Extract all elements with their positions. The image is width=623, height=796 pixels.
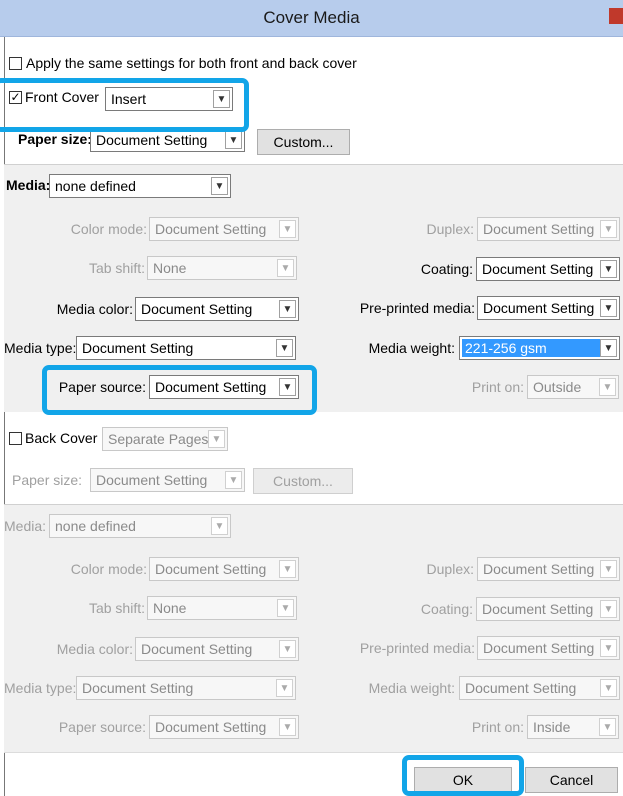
- chevron-down-icon[interactable]: ▼: [276, 679, 293, 697]
- front-paper-source-select[interactable]: Document Setting ▼: [149, 375, 299, 399]
- back-coating-label: Coating:: [420, 601, 473, 617]
- back-media-select[interactable]: none defined ▼: [49, 514, 231, 538]
- front-color-mode-select[interactable]: Document Setting ▼: [149, 217, 299, 241]
- chevron-down-icon[interactable]: ▼: [600, 299, 617, 317]
- front-media-type-label: Media type:: [4, 340, 77, 356]
- back-media-color-select[interactable]: Document Setting ▼: [135, 637, 299, 661]
- chevron-down-icon[interactable]: ▼: [599, 718, 616, 736]
- chevron-down-icon[interactable]: ▼: [600, 560, 617, 578]
- front-paper-size-label: Paper size:: [18, 131, 92, 147]
- chevron-down-icon[interactable]: ▼: [600, 600, 617, 618]
- chevron-down-icon[interactable]: ▼: [600, 639, 617, 657]
- front-tab-shift-select[interactable]: None ▼: [147, 256, 297, 280]
- back-coating-select[interactable]: Document Setting ▼: [476, 597, 620, 621]
- chevron-down-icon[interactable]: ▼: [208, 430, 225, 448]
- front-custom-button[interactable]: Custom...: [257, 129, 350, 155]
- front-duplex-label: Duplex:: [426, 221, 474, 237]
- front-media-color-select[interactable]: Document Setting ▼: [135, 297, 299, 321]
- front-preprinted-label: Pre-printed media:: [359, 300, 475, 316]
- back-print-on-select[interactable]: Inside ▼: [527, 715, 619, 739]
- back-paper-size-select[interactable]: Document Setting ▼: [90, 468, 245, 492]
- front-media-label: Media:: [6, 177, 51, 193]
- back-media-weight-label: Media weight:: [368, 680, 455, 696]
- back-color-mode-select[interactable]: Document Setting ▼: [149, 557, 299, 581]
- back-media-type-label: Media type:: [4, 680, 77, 696]
- front-preprinted-select[interactable]: Document Setting ▼: [477, 296, 620, 320]
- chevron-down-icon[interactable]: ▼: [279, 378, 296, 396]
- chevron-down-icon[interactable]: ▼: [599, 378, 616, 396]
- back-media-color-label: Media color:: [56, 641, 133, 657]
- back-custom-button[interactable]: Custom...: [253, 468, 353, 494]
- chevron-down-icon[interactable]: ▼: [600, 679, 617, 697]
- back-duplex-label: Duplex:: [426, 561, 474, 577]
- back-paper-source-select[interactable]: Document Setting ▼: [149, 715, 299, 739]
- front-cover-label: Front Cover: [25, 89, 99, 105]
- back-tab-shift-label: Tab shift:: [88, 600, 145, 616]
- back-color-mode-label: Color mode:: [70, 561, 147, 577]
- front-tab-shift-label: Tab shift:: [88, 260, 145, 276]
- back-preprinted-select[interactable]: Document Setting ▼: [477, 636, 620, 660]
- front-coating-label: Coating:: [420, 261, 473, 277]
- back-tab-shift-select[interactable]: None ▼: [147, 596, 297, 620]
- window-title: Cover Media: [263, 8, 360, 27]
- chevron-down-icon[interactable]: ▼: [225, 471, 242, 489]
- front-print-on-select[interactable]: Outside ▼: [527, 375, 619, 399]
- front-cover-mode-select[interactable]: Insert ▼: [105, 87, 233, 111]
- chevron-down-icon[interactable]: ▼: [279, 640, 296, 658]
- front-media-weight-select[interactable]: 221-256 gsm ▼: [459, 336, 620, 360]
- back-cover-mode-select[interactable]: Separate Pages ▼: [102, 427, 228, 451]
- chevron-down-icon[interactable]: ▼: [279, 560, 296, 578]
- chevron-down-icon[interactable]: ▼: [213, 90, 230, 108]
- chevron-down-icon[interactable]: ▼: [600, 220, 617, 238]
- chevron-down-icon[interactable]: ▼: [279, 718, 296, 736]
- front-paper-source-label: Paper source:: [58, 379, 146, 395]
- front-duplex-select[interactable]: Document Setting ▼: [477, 217, 620, 241]
- back-media-weight-select[interactable]: Document Setting ▼: [459, 676, 620, 700]
- back-duplex-select[interactable]: Document Setting ▼: [477, 557, 620, 581]
- back-media-label: Media:: [4, 518, 47, 534]
- back-cover-label: Back Cover: [25, 430, 98, 446]
- ok-button[interactable]: OK: [414, 767, 512, 793]
- front-media-color-label: Media color:: [56, 301, 133, 317]
- chevron-down-icon[interactable]: ▼: [279, 220, 296, 238]
- chevron-down-icon[interactable]: ▼: [276, 339, 293, 357]
- footer-divider: [4, 752, 623, 753]
- front-media-type-select[interactable]: Document Setting ▼: [76, 336, 296, 360]
- chevron-down-icon[interactable]: ▼: [279, 300, 296, 318]
- back-media-type-select[interactable]: Document Setting ▼: [76, 676, 296, 700]
- chevron-down-icon[interactable]: ▼: [600, 260, 617, 278]
- front-color-mode-label: Color mode:: [70, 221, 147, 237]
- front-cover-checkbox[interactable]: ✓: [9, 91, 22, 104]
- front-print-on-label: Print on:: [471, 379, 524, 395]
- front-media-select[interactable]: none defined ▼: [49, 174, 231, 198]
- front-media-weight-label: Media weight:: [368, 340, 455, 356]
- chevron-down-icon[interactable]: ▼: [211, 177, 228, 195]
- apply-same-checkbox[interactable]: [9, 57, 22, 70]
- back-paper-source-label: Paper source:: [58, 719, 146, 735]
- chevron-down-icon[interactable]: ▼: [225, 131, 242, 149]
- back-paper-size-label: Paper size:: [12, 472, 83, 488]
- chevron-down-icon[interactable]: ▼: [600, 339, 617, 357]
- close-icon[interactable]: [609, 8, 623, 24]
- checkmark-icon: ✓: [10, 90, 21, 104]
- chevron-down-icon[interactable]: ▼: [211, 517, 228, 535]
- back-cover-checkbox[interactable]: [9, 432, 22, 445]
- chevron-down-icon[interactable]: ▼: [277, 599, 294, 617]
- cancel-button[interactable]: Cancel: [525, 767, 618, 793]
- back-print-on-label: Print on:: [471, 719, 524, 735]
- chevron-down-icon[interactable]: ▼: [277, 259, 294, 277]
- apply-same-label: Apply the same settings for both front a…: [26, 55, 357, 71]
- front-paper-size-select[interactable]: Document Setting ▼: [90, 128, 245, 152]
- front-coating-select[interactable]: Document Setting ▼: [476, 257, 620, 281]
- back-preprinted-label: Pre-printed media:: [359, 640, 475, 656]
